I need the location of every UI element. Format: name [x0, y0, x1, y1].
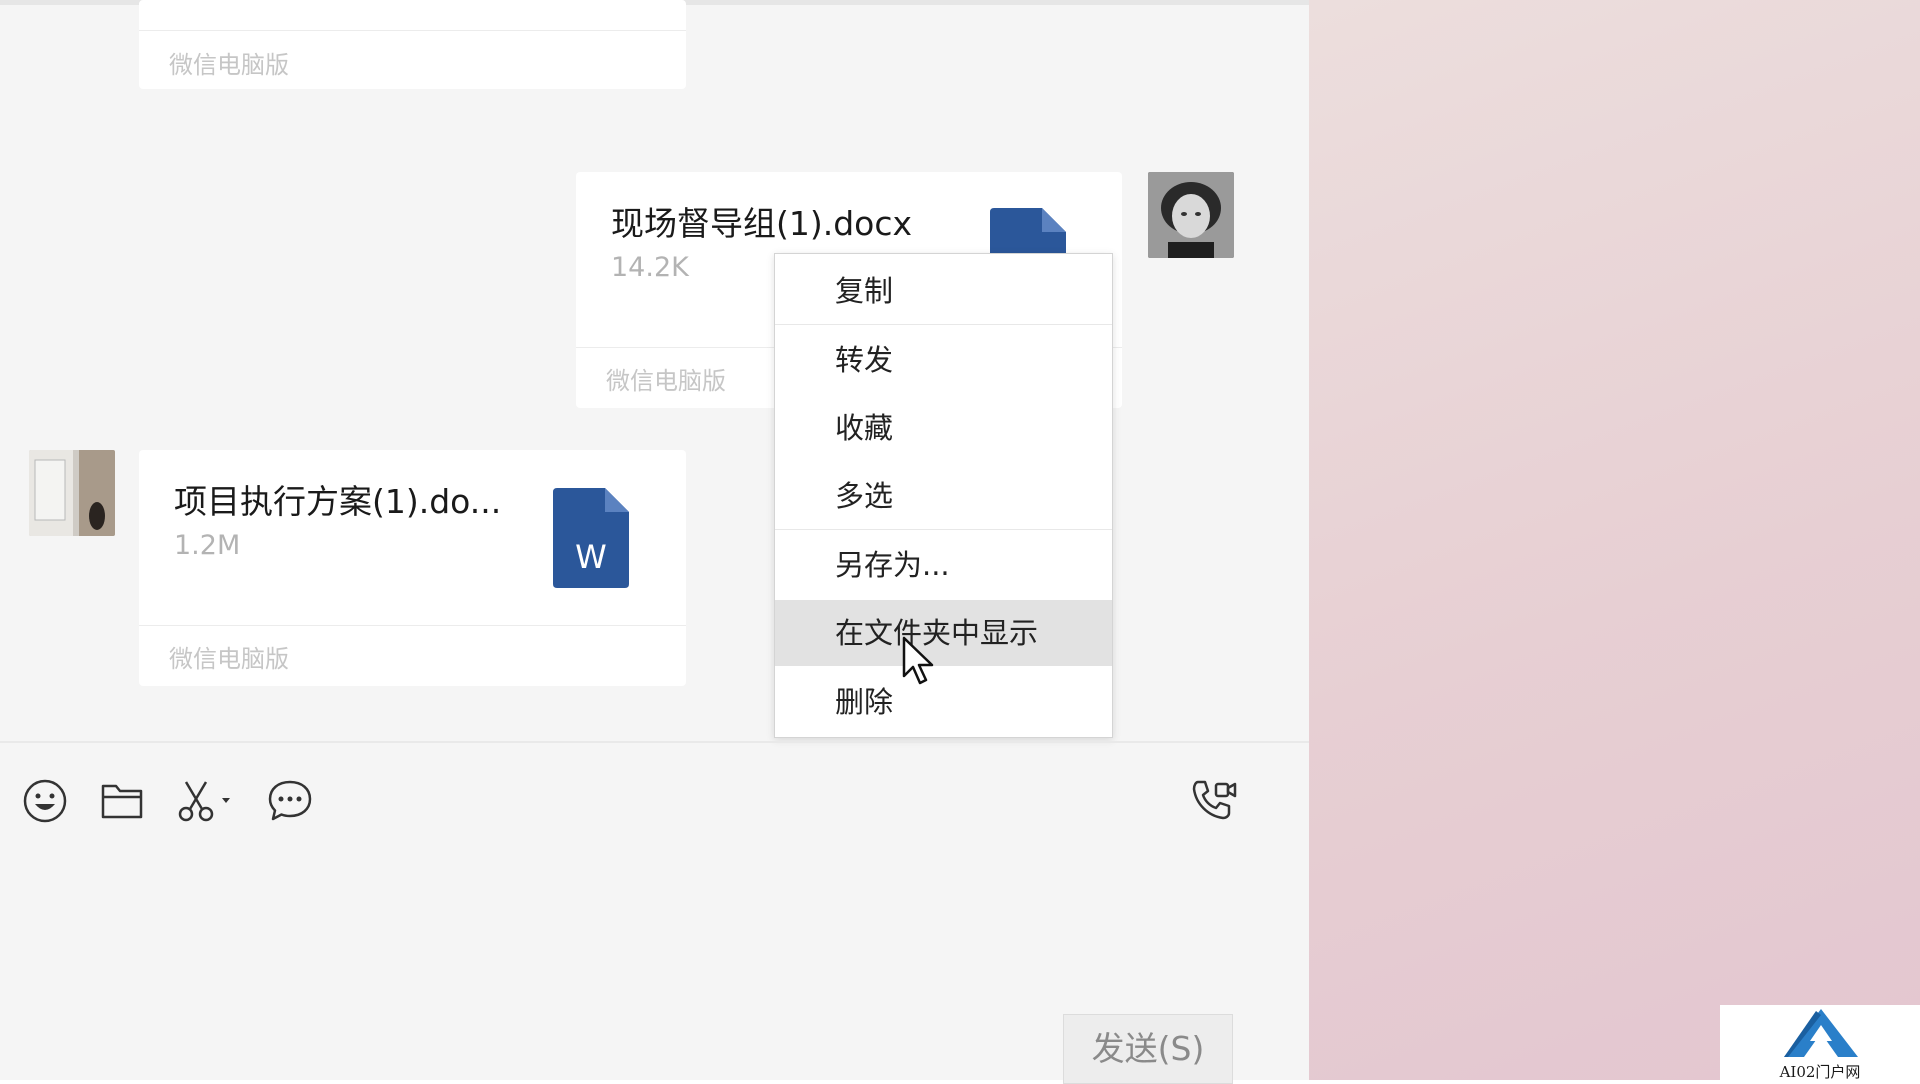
- file-name: 现场督导组(1).docx: [611, 204, 913, 243]
- message-bubble-received-file[interactable]: 项目执行方案(1).do... 1.2M W 微信电脑版: [139, 450, 686, 686]
- menu-item-delete[interactable]: 删除: [775, 669, 1112, 735]
- word-icon-letter: W: [575, 538, 607, 576]
- folder-icon[interactable]: [100, 782, 144, 820]
- chat-bubble-icon[interactable]: [266, 778, 314, 824]
- menu-separator: [775, 529, 1112, 530]
- input-area-divider: [0, 741, 1309, 743]
- message-footer: 微信电脑版: [139, 30, 686, 89]
- menu-item-save-as[interactable]: 另存为...: [775, 532, 1112, 598]
- menu-separator: [775, 324, 1112, 325]
- mouse-cursor-icon: [902, 636, 934, 685]
- message-footer: 微信电脑版: [139, 625, 686, 686]
- file-size: 1.2M: [174, 530, 241, 561]
- desktop-background: [1309, 0, 1920, 1080]
- watermark-text: AI02门户网: [1779, 1063, 1861, 1081]
- menu-item-multi-select[interactable]: 多选: [775, 463, 1112, 529]
- voice-video-call-icon[interactable]: [1190, 778, 1238, 822]
- message-source-label: 微信电脑版: [169, 645, 289, 673]
- avatar-portrait-icon: [1148, 172, 1234, 258]
- message-source-label: 微信电脑版: [606, 367, 726, 395]
- scissors-icon[interactable]: [176, 778, 234, 824]
- context-menu: 复制 转发 收藏 多选 另存为... 在文件夹中显示 删除: [774, 253, 1113, 738]
- file-size: 14.2K: [611, 252, 689, 283]
- menu-item-show-in-folder[interactable]: 在文件夹中显示: [775, 600, 1112, 666]
- avatar-room-icon: [29, 450, 115, 536]
- watermark: AI02门户网: [1720, 1005, 1920, 1081]
- avatar-self[interactable]: [1148, 172, 1234, 258]
- message-bubble-previous[interactable]: 微信电脑版: [139, 0, 686, 89]
- watermark-logo-icon: [1784, 1009, 1858, 1057]
- file-name: 项目执行方案(1).do...: [174, 482, 502, 521]
- message-source-label: 微信电脑版: [169, 51, 289, 79]
- menu-item-copy[interactable]: 复制: [775, 258, 1112, 324]
- word-file-icon: [990, 208, 1066, 258]
- chat-panel: 微信电脑版 现场督导组(1).docx 14.2K 微信电脑版 项目执行方案(1…: [0, 0, 1309, 1084]
- emoji-icon[interactable]: [22, 778, 68, 824]
- send-button[interactable]: 发送(S): [1063, 1014, 1233, 1084]
- menu-item-favorite[interactable]: 收藏: [775, 395, 1112, 461]
- menu-item-forward[interactable]: 转发: [775, 327, 1112, 393]
- avatar-contact[interactable]: [29, 450, 115, 536]
